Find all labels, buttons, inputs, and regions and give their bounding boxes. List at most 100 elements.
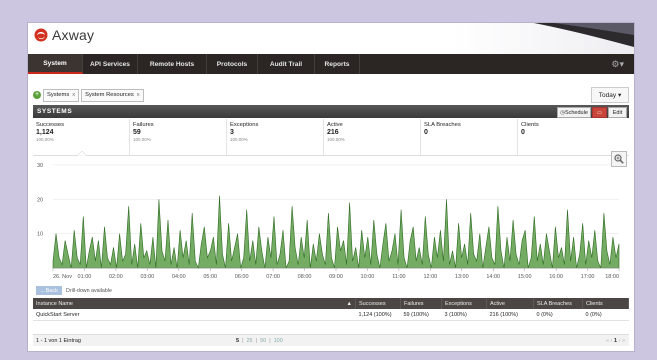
stat-clients[interactable]: Clients 0 — [518, 119, 629, 155]
schedule-button[interactable]: ◷ Schedule — [557, 107, 591, 118]
nav-item-remote-hosts[interactable]: Remote Hosts — [138, 54, 207, 74]
x-tick-label: 04:00 — [172, 274, 186, 280]
column-header-active[interactable]: Active — [486, 298, 534, 309]
x-tick-label: 11:00 — [392, 274, 405, 280]
pagination-bar: 1 - 1 von 1 Eintrag 5 | 25 | 50 | 100 « … — [33, 334, 629, 346]
nav-item-audit-trail[interactable]: Audit Trail — [258, 54, 315, 74]
x-tick-label: 15:00 — [518, 274, 532, 280]
x-tick-label: 07:00 — [266, 274, 280, 280]
report-icon: ▭ — [597, 109, 602, 116]
column-header-sla-breaches[interactable]: SLA Breaches — [533, 298, 583, 309]
close-icon[interactable]: x — [137, 92, 140, 98]
tab-label: Systems — [47, 92, 70, 98]
stat-percent: 100.00% — [133, 137, 151, 142]
column-header-instance[interactable]: Instance Name ▲ — [33, 298, 356, 309]
stat-value: 59 — [133, 129, 141, 136]
x-tick-label: 13:00 — [455, 274, 469, 280]
tab-label: System Resources — [85, 92, 134, 98]
x-tick-label: 12:00 — [423, 274, 437, 280]
nav-item-system[interactable]: System — [28, 54, 83, 74]
tab-systems[interactable]: Systems x — [43, 88, 80, 102]
x-tick-label: 02:00 — [109, 274, 123, 280]
app-name: Axway — [52, 27, 95, 43]
x-tick-label: 14:00 — [486, 274, 500, 280]
column-header-successes[interactable]: Successes — [355, 298, 401, 309]
logo: Axway — [34, 27, 94, 43]
chart-svg: 10 20 30 26. Nov 01:00 02:00 03:00 04:00 05:00 06… — [37, 163, 620, 280]
sort-icon: ▲ — [346, 300, 352, 307]
main-nav: System API Services Remote Hosts Protoco… — [28, 54, 634, 74]
tab-strip: + Systems x System Resources x — [33, 88, 146, 102]
stat-percent: 100.00% — [327, 137, 345, 142]
nav-item-reports[interactable]: Reports — [315, 54, 360, 74]
stat-value: 3 — [230, 129, 234, 136]
page-size-100[interactable]: 100 — [274, 338, 283, 344]
next-page-icon[interactable]: › — [619, 338, 621, 344]
panel-header: SYSTEMS ◷ Schedule ▭ Edit — [33, 105, 629, 118]
stat-sla-breaches[interactable]: SLA Breaches 0 — [421, 119, 518, 155]
gear-icon[interactable]: ⚙▾ — [611, 59, 624, 70]
x-tick-label: 17:00 — [581, 274, 595, 280]
header: Axway — [28, 23, 634, 54]
stat-label: Successes — [36, 122, 65, 128]
report-button[interactable]: ▭ — [592, 107, 607, 118]
cell-failures: 59 (100%) — [400, 309, 442, 321]
stat-active[interactable]: Active 216 100.00% — [324, 119, 421, 155]
column-header-clients[interactable]: Clients — [582, 298, 629, 309]
x-tick-label: 09:00 — [329, 274, 343, 280]
back-button[interactable]: ← Back — [36, 286, 62, 295]
stat-label: Clients — [521, 122, 539, 128]
cell-active: 216 (100%) — [486, 309, 534, 321]
cell-sla-breaches: 0 (0%) — [533, 309, 583, 321]
cell-instance-name[interactable]: QuickStart Server — [33, 309, 356, 321]
add-tab-icon[interactable]: + — [33, 91, 41, 99]
stat-successes[interactable]: Successes 1,124 100.00% — [33, 119, 130, 156]
current-page[interactable]: 1 — [614, 338, 617, 344]
first-page-icon[interactable]: « — [606, 338, 609, 344]
axway-logo-icon — [34, 28, 48, 42]
close-icon[interactable]: x — [72, 92, 75, 98]
page-size-50[interactable]: 50 — [260, 338, 266, 344]
y-tick-label: 10 — [37, 232, 43, 238]
x-tick-label: 08:00 — [298, 274, 312, 280]
column-header-exceptions[interactable]: Exceptions — [441, 298, 487, 309]
instances-table: Instance Name ▲ Successes Failures Except… — [33, 298, 629, 321]
x-tick-label: 26. Nov — [53, 274, 72, 280]
app-window: Axway System API Services Remote Hosts P… — [27, 22, 635, 352]
nav-item-api-services[interactable]: API Services — [83, 54, 138, 74]
x-tick-label: 05:00 — [203, 274, 217, 280]
pager-info: 1 - 1 von 1 Eintrag — [36, 337, 81, 344]
x-tick-label: 03:00 — [140, 274, 154, 280]
page-size-5[interactable]: 5 — [236, 338, 239, 344]
table-header-row: Instance Name ▲ Successes Failures Except… — [33, 298, 629, 309]
x-tick-label: 18:00 — [605, 274, 619, 280]
prev-page-icon[interactable]: ‹ — [611, 338, 613, 344]
main-content: + Systems x System Resources x Today ▾ SYS… — [33, 85, 629, 349]
table-row[interactable]: QuickStart Server 1,124 (100%) 59 (100%)… — [33, 309, 629, 321]
zoom-button[interactable] — [611, 151, 627, 167]
panel-title: SYSTEMS — [37, 108, 73, 115]
x-tick-label: 10:00 — [361, 274, 375, 280]
date-range-dropdown[interactable]: Today ▾ — [591, 87, 629, 103]
column-header-failures[interactable]: Failures — [400, 298, 442, 309]
tab-system-resources[interactable]: System Resources x — [81, 88, 144, 102]
stat-label: SLA Breaches — [424, 122, 461, 128]
x-tick-label: 06:00 — [235, 274, 249, 280]
header-swoosh — [534, 23, 634, 47]
chevron-down-icon: ▾ — [617, 92, 622, 99]
stat-value: 216 — [327, 129, 339, 136]
x-tick-label: 16:00 — [549, 274, 563, 280]
cell-successes: 1,124 (100%) — [355, 309, 401, 321]
back-label: Back — [45, 287, 58, 294]
edit-button[interactable]: Edit — [608, 107, 627, 118]
last-page-icon[interactable]: » — [622, 338, 625, 344]
page-size-separator: | — [255, 337, 258, 344]
x-tick-label: 01:00 — [78, 274, 92, 280]
stat-value: 0 — [521, 129, 525, 136]
page-size-25[interactable]: 25 — [247, 338, 253, 344]
series-area — [52, 195, 620, 270]
stat-exceptions[interactable]: Exceptions 3 100.00% — [227, 119, 324, 155]
stat-percent: 100.00% — [36, 137, 54, 142]
nav-item-protocols[interactable]: Protocols — [207, 54, 258, 74]
stat-failures[interactable]: Failures 59 100.00% — [130, 119, 227, 155]
